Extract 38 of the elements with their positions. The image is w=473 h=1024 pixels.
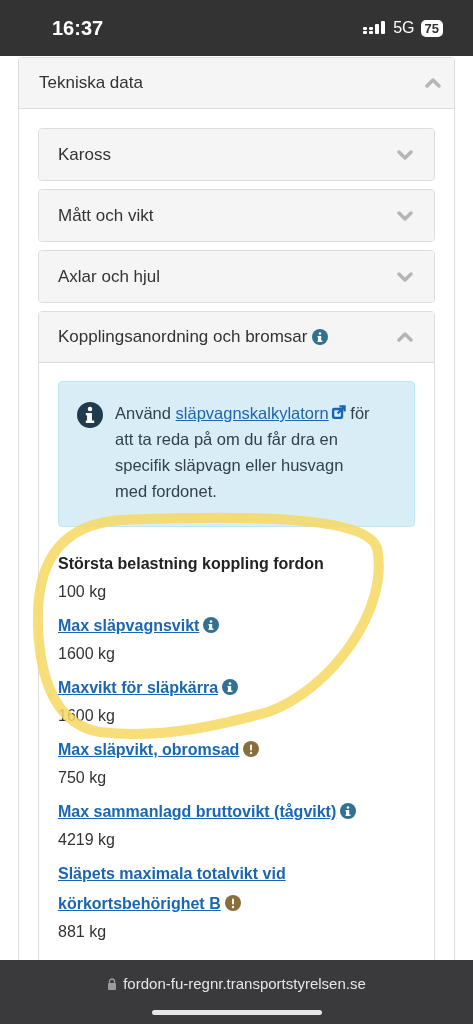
lock-icon	[107, 978, 118, 991]
battery-indicator: 75	[420, 19, 443, 37]
panel-title: Tekniska data	[39, 72, 143, 95]
network-label: 5G	[393, 18, 415, 38]
info-icon[interactable]	[203, 617, 220, 633]
field-value: 750 kg	[58, 768, 108, 788]
url-text[interactable]: fordon-fu-regnr.transportstyrelsen.se	[123, 973, 366, 996]
exclamation-icon[interactable]	[243, 741, 260, 757]
section-title: Axlar och hjul	[58, 265, 161, 288]
notice-text: Använd släpvagnskalkylatorn för att ta reda på om du får dra en specifik släpvagn eller husvagn med fordonet.	[115, 403, 371, 502]
calculator-link[interactable]: släpvagnskalkylatorn	[175, 404, 346, 422]
field-link[interactable]: Max släpvagnsvikt	[58, 611, 220, 641]
section-title: Kaross	[58, 143, 111, 166]
field-value: 4219 kg	[58, 830, 116, 850]
field-link[interactable]: Släpets maximala totalvikt vid körkortsbehörighet B	[58, 859, 358, 919]
info-icon	[77, 402, 103, 428]
section-header[interactable]: Axlar och hjul	[39, 251, 434, 302]
signal-icon	[363, 21, 388, 35]
home-indicator[interactable]	[151, 1009, 322, 1015]
info-icon[interactable]	[311, 329, 328, 345]
field-value: 881 kg	[58, 922, 108, 942]
info-icon[interactable]	[222, 679, 239, 695]
exclamation-icon[interactable]	[224, 895, 241, 911]
field-link[interactable]: Max släpvikt, obromsad	[58, 735, 260, 765]
external-link-icon	[330, 405, 346, 420]
section-header[interactable]: Kopplingsanordning och bromsar	[39, 312, 434, 363]
field-link[interactable]: Max sammanlagd bruttovikt (tågvikt)	[58, 797, 357, 827]
panel-header[interactable]: Tekniska data	[19, 58, 454, 109]
section-title: Mått och vikt	[58, 204, 154, 227]
section-header[interactable]: Kaross	[39, 129, 434, 180]
section-title: Kopplingsanordning och bromsar	[58, 326, 308, 349]
section-header[interactable]: Mått och vikt	[39, 190, 434, 241]
field-link[interactable]: Maxvikt för släpkärra	[58, 673, 239, 703]
clock-time: 16:37	[52, 16, 104, 41]
field-value: 1600 kg	[58, 644, 116, 664]
info-icon[interactable]	[340, 803, 357, 819]
field-value: 100 kg	[58, 582, 108, 602]
field-label: Största belastning koppling fordon	[58, 555, 324, 572]
